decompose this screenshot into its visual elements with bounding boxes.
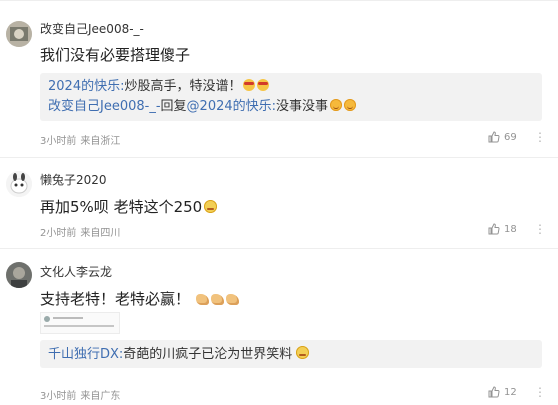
reply-item: 2024的快乐:炒股高手，特没谱！ [48,77,270,96]
like-count: 12 [504,386,517,398]
comment-location: 来自四川 [80,228,121,239]
more-icon[interactable]: ⋮ [534,222,546,236]
flexed-biceps-emoji-icon [211,294,225,305]
thumb-up-icon [488,223,500,235]
comment-item: 改变自己Jee008-_- 我们没有必要搭理傻子 2024的快乐:炒股高手，特没… [0,0,558,156]
reply-connector: 回复 [160,99,187,114]
comment-location: 来自广东 [80,391,121,402]
reply-box[interactable]: 千山独行DX:奇葩的川疯子已沦为世界笑料 [40,340,542,368]
flexed-biceps-emoji-icon [226,294,240,305]
username[interactable]: 懒兔子2020 [40,171,107,188]
reply-author[interactable]: 千山独行DX: [48,347,123,362]
reply-author[interactable]: 改变自己Jee008-_- [48,99,161,114]
thumb-up-icon [488,131,500,143]
like-button[interactable]: 12 [488,386,517,398]
thumb-up-icon [488,386,500,398]
username[interactable]: 改变自己Jee008-_- [40,20,144,37]
comment-text-body: 再加5%呗 老特这个250 [40,198,203,216]
comment-text: 我们没有必要搭理傻子 [40,46,191,64]
reply-author[interactable]: 2024的快乐: [48,79,124,94]
like-button[interactable]: 69 [488,131,517,143]
comment-meta: 2小时前 来自四川 [40,224,120,239]
like-button[interactable]: 18 [488,223,517,235]
comment-meta: 3小时前 来自广东 [40,387,120,402]
comment-item: 懒兔子2020 再加5%呗 老特这个250 2小时前 来自四川 18 ⋮ [0,158,558,248]
comment-text-body: 支持老特！老特必赢！ [40,290,191,308]
flexed-biceps-emoji-icon [196,294,210,305]
comment-time: 3小时前 [40,391,77,402]
laugh-emoji-icon [296,346,310,359]
avatar[interactable] [6,21,32,47]
avatar[interactable] [6,171,32,197]
username[interactable]: 文化人李云龙 [40,263,112,280]
reply-item: 千山独行DX:奇葩的川疯子已沦为世界笑料 [48,345,310,364]
avatar[interactable] [6,262,32,288]
more-icon[interactable]: ⋮ [534,130,546,144]
comment-time: 2小时前 [40,228,77,239]
more-icon[interactable]: ⋮ [534,385,546,399]
comment-time: 3小时前 [40,136,77,147]
reply-item: 改变自己Jee008-_-回复@2024的快乐:没事没事 [48,97,357,116]
sunglasses-emoji-icon [257,79,270,91]
smile-emoji-icon [330,99,343,111]
comment-text: 支持老特！老特必赢！ [40,288,240,309]
comment-meta: 3小时前 来自浙江 [40,132,120,147]
comment-location: 来自浙江 [80,136,121,147]
attached-image[interactable] [40,312,120,334]
comment-item: 文化人李云龙 支持老特！老特必赢！ 千山独行DX:奇葩的川疯子已沦为世界笑料 3… [0,249,558,405]
like-count: 69 [504,131,517,143]
sunglasses-emoji-icon [243,79,256,91]
reply-text: 奇葩的川疯子已沦为世界笑料 [123,347,293,362]
reply-text: 炒股高手，特没谱！ [124,79,242,94]
comment-text: 再加5%呗 老特这个250 [40,196,218,217]
grin-emoji-icon [204,200,218,213]
reply-box[interactable]: 2024的快乐:炒股高手，特没谱！ 改变自己Jee008-_-回复@2024的快… [40,73,542,121]
reply-text: 没事没事 [276,99,329,114]
reply-mention[interactable]: @2024的快乐: [187,99,276,114]
smile-emoji-icon [344,99,357,111]
like-count: 18 [504,223,517,235]
